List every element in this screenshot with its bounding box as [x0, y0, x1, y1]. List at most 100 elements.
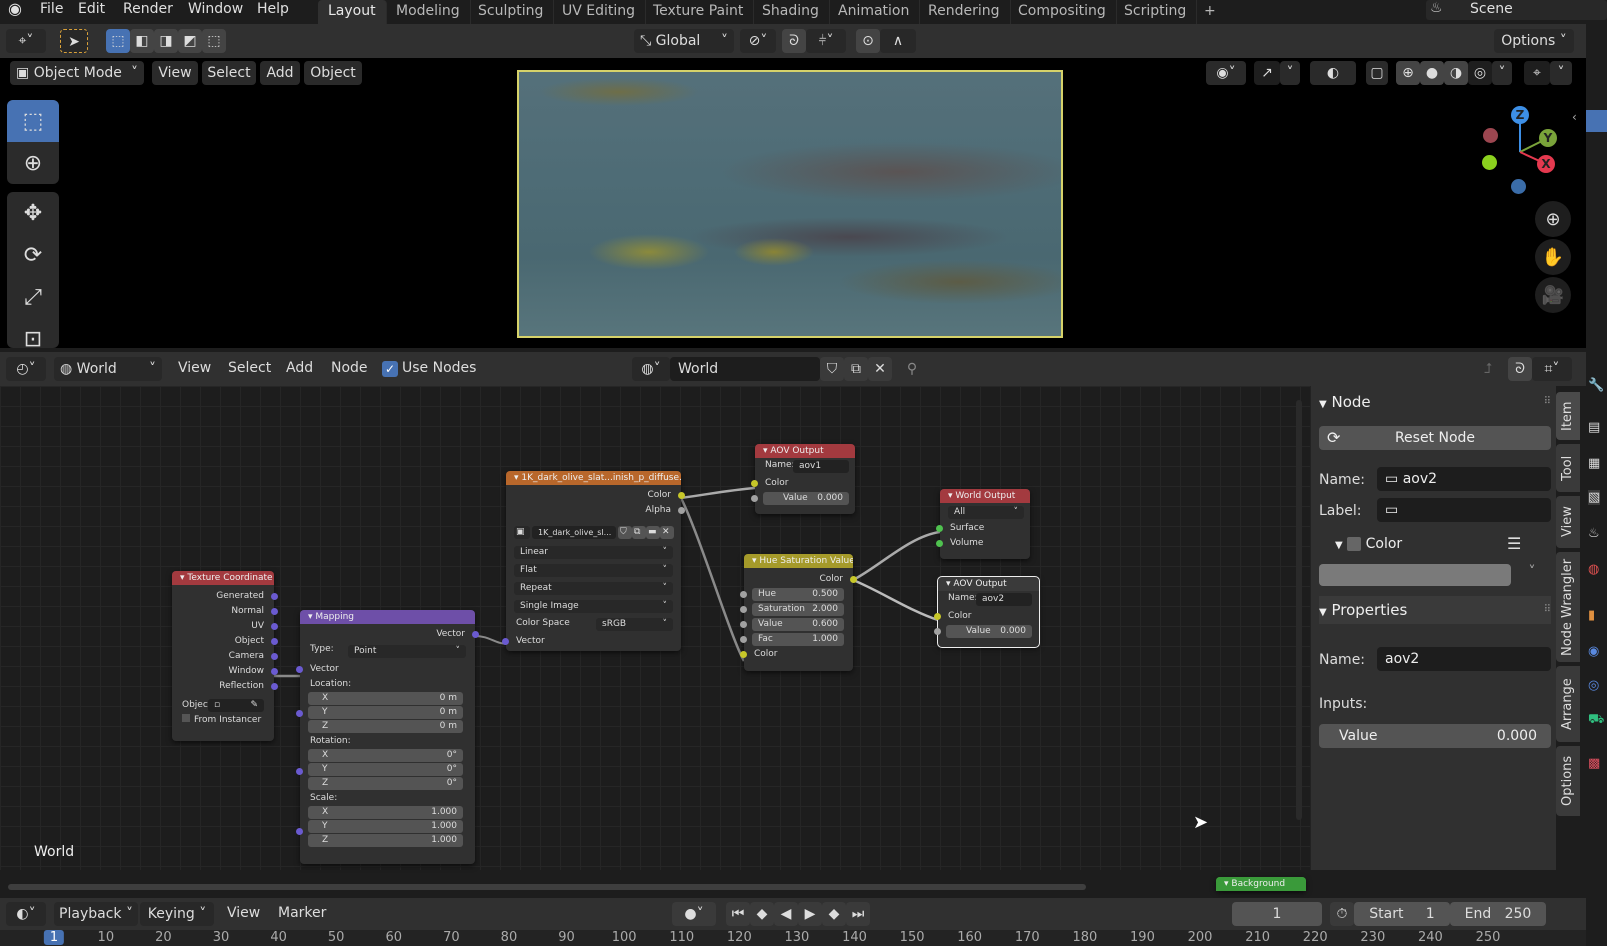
- select-subtract-icon[interactable]: ◨: [154, 29, 178, 53]
- socket[interactable]: [271, 653, 278, 660]
- socket[interactable]: [740, 621, 747, 628]
- axis-z[interactable]: Z: [1511, 106, 1529, 124]
- aov-name-field[interactable]: aov1: [793, 460, 849, 473]
- editor-type-button[interactable]: ⌖˅: [6, 29, 46, 53]
- use-nodes-checkbox[interactable]: ✓: [382, 361, 398, 377]
- tab-node-wrangler[interactable]: Node Wrangler: [1556, 552, 1580, 662]
- fake-user-shield-icon[interactable]: ⛉: [618, 526, 632, 539]
- node-world-output[interactable]: ▾ World Output All ˅ Surface Volume: [936, 489, 1030, 559]
- hsv-field[interactable]: Saturation 2.000: [752, 603, 844, 616]
- open-folder-icon[interactable]: ▬: [646, 526, 660, 539]
- reset-node-button[interactable]: ⟳ Reset Node: [1319, 426, 1551, 450]
- select-box-icon[interactable]: ⬚: [7, 100, 59, 142]
- stopwatch-icon[interactable]: ⏱: [1330, 902, 1354, 926]
- shading-material-icon[interactable]: ◑: [1444, 61, 1468, 85]
- tab-sculpting[interactable]: Sculpting: [468, 0, 555, 24]
- axis-neg-x[interactable]: [1483, 128, 1498, 143]
- parent-node-tree-icon[interactable]: ⮥: [1476, 357, 1500, 381]
- node-hue-saturation-value[interactable]: ▾ Hue Saturation Value Color Hue 0.500 Sat…: [740, 554, 857, 671]
- value-input-field[interactable]: Value 0.000: [1319, 724, 1551, 748]
- color-subpanel-header[interactable]: ▼ Color: [1335, 536, 1402, 552]
- socket[interactable]: [271, 668, 278, 675]
- socket[interactable]: [934, 628, 941, 635]
- outliner-selected-row[interactable]: [1586, 110, 1607, 132]
- object-properties-icon[interactable]: ▮: [1588, 608, 1595, 623]
- menu-edit[interactable]: Edit: [78, 0, 105, 22]
- tab-uv-editing[interactable]: UV Editing: [552, 0, 647, 24]
- vector-component-field[interactable]: Z0 m: [308, 720, 463, 733]
- current-frame-marker[interactable]: 1: [43, 930, 65, 945]
- socket[interactable]: [296, 666, 303, 673]
- node-aov-output-2[interactable]: ▾ AOV Output Name: aov2 Color Value 0.000: [934, 576, 1040, 648]
- shader-type-dropdown[interactable]: ◍ World ˅: [54, 357, 162, 381]
- menu-object[interactable]: Object: [304, 61, 362, 85]
- axis-y[interactable]: Y: [1539, 129, 1557, 147]
- socket[interactable]: [936, 540, 943, 547]
- axis-x[interactable]: X: [1537, 155, 1555, 173]
- vector-component-field[interactable]: Y 0°: [308, 763, 463, 776]
- timeline-editor-type-button[interactable]: ◐˅: [6, 902, 46, 926]
- node-header[interactable]: ▾ 1K_dark_olive_slat...inish_p_diffuse.p…: [506, 471, 681, 485]
- vector-component-field[interactable]: Y 1.000: [308, 820, 463, 833]
- render-properties-icon[interactable]: ▤: [1588, 420, 1600, 435]
- socket[interactable]: [271, 593, 278, 600]
- jump-start-icon[interactable]: ⏮: [726, 902, 750, 926]
- hsv-field[interactable]: Value 0.600: [752, 618, 844, 631]
- object-picker-field[interactable]: ▫ ✎: [208, 699, 264, 712]
- color-checkbox[interactable]: [1347, 537, 1362, 551]
- extension-dropdown[interactable]: Repeat ˅: [514, 582, 673, 595]
- blender-logo-icon[interactable]: ◉: [8, 0, 22, 22]
- image-browse-icon[interactable]: ▣: [514, 526, 530, 539]
- data-properties-icon[interactable]: ⛟: [1588, 712, 1604, 729]
- chevron-down-icon[interactable]: ˅: [1492, 61, 1512, 85]
- vector-component-field[interactable]: Z 1.000: [308, 834, 463, 847]
- tool-properties-icon[interactable]: 🔧: [1588, 378, 1604, 393]
- socket[interactable]: [740, 636, 747, 643]
- menu-window[interactable]: Window: [188, 0, 243, 22]
- node-header[interactable]: ▾ Texture Coordinate: [172, 571, 274, 585]
- tab-compositing[interactable]: Compositing: [1008, 0, 1117, 24]
- select-tool-icon[interactable]: ➤: [60, 29, 88, 53]
- scene-properties-icon[interactable]: ♨: [1588, 526, 1600, 541]
- type-dropdown[interactable]: Point ˅: [348, 645, 466, 658]
- timeline-menu-view[interactable]: View: [227, 905, 260, 921]
- pin-icon[interactable]: ⚲: [900, 357, 924, 381]
- aov-name-input[interactable]: aov2: [1377, 647, 1551, 671]
- node-name-field[interactable]: ▭ aov2: [1377, 467, 1551, 491]
- world-browse-button[interactable]: ◍˅: [632, 357, 670, 381]
- socket[interactable]: [934, 613, 941, 620]
- camera-view-icon[interactable]: 🎥: [1535, 277, 1571, 313]
- tab-rendering[interactable]: Rendering: [918, 0, 1011, 24]
- unlink-close-icon[interactable]: ✕: [868, 357, 892, 381]
- node-image-texture[interactable]: ▾ 1K_dark_olive_slat...inish_p_diffuse.p…: [502, 471, 685, 651]
- value-field[interactable]: Value 0.000: [763, 492, 849, 505]
- node-menu-node[interactable]: Node: [331, 360, 368, 376]
- socket[interactable]: [936, 525, 943, 532]
- pan-hand-icon[interactable]: ✋: [1535, 239, 1571, 275]
- world-properties-icon[interactable]: ◍: [1588, 562, 1599, 577]
- proportional-edit-icon[interactable]: ⊙: [856, 29, 880, 53]
- node-mapping[interactable]: ▾ Mapping Vector Type: Point ˅ Vector Loca…: [296, 610, 479, 864]
- hsv-field[interactable]: Fac 1.000: [752, 633, 844, 646]
- socket[interactable]: [740, 651, 747, 658]
- socket[interactable]: [472, 631, 479, 638]
- node-header[interactable]: ▾ Hue Saturation Value: [744, 554, 853, 568]
- node-label-field[interactable]: ▭: [1377, 498, 1551, 522]
- aov-name-field[interactable]: aov2: [976, 593, 1032, 606]
- axis-neg-y[interactable]: [1482, 155, 1497, 170]
- sidebar-toggle-icon[interactable]: ‹: [1572, 110, 1577, 124]
- menu-help[interactable]: Help: [257, 0, 289, 22]
- visibility-icon[interactable]: ◉˅: [1206, 61, 1246, 85]
- tab-animation[interactable]: Animation: [828, 0, 921, 24]
- select-invert-icon[interactable]: ◩: [178, 29, 202, 53]
- xray-icon[interactable]: ▢: [1366, 61, 1388, 85]
- play-reverse-icon[interactable]: ◀: [774, 902, 798, 926]
- vector-component-field[interactable]: X 1.000: [308, 806, 463, 819]
- snap-target-button[interactable]: ⫩˅: [806, 29, 846, 53]
- chevron-down-icon[interactable]: ˅: [1517, 564, 1547, 586]
- new-image-icon[interactable]: ⧉: [632, 526, 646, 539]
- fake-user-shield-icon[interactable]: ⛉: [820, 357, 844, 381]
- start-frame-field[interactable]: Start 1: [1354, 902, 1450, 926]
- rotate-icon[interactable]: ⟳: [7, 234, 59, 276]
- select-extend-icon[interactable]: ◧: [130, 29, 154, 53]
